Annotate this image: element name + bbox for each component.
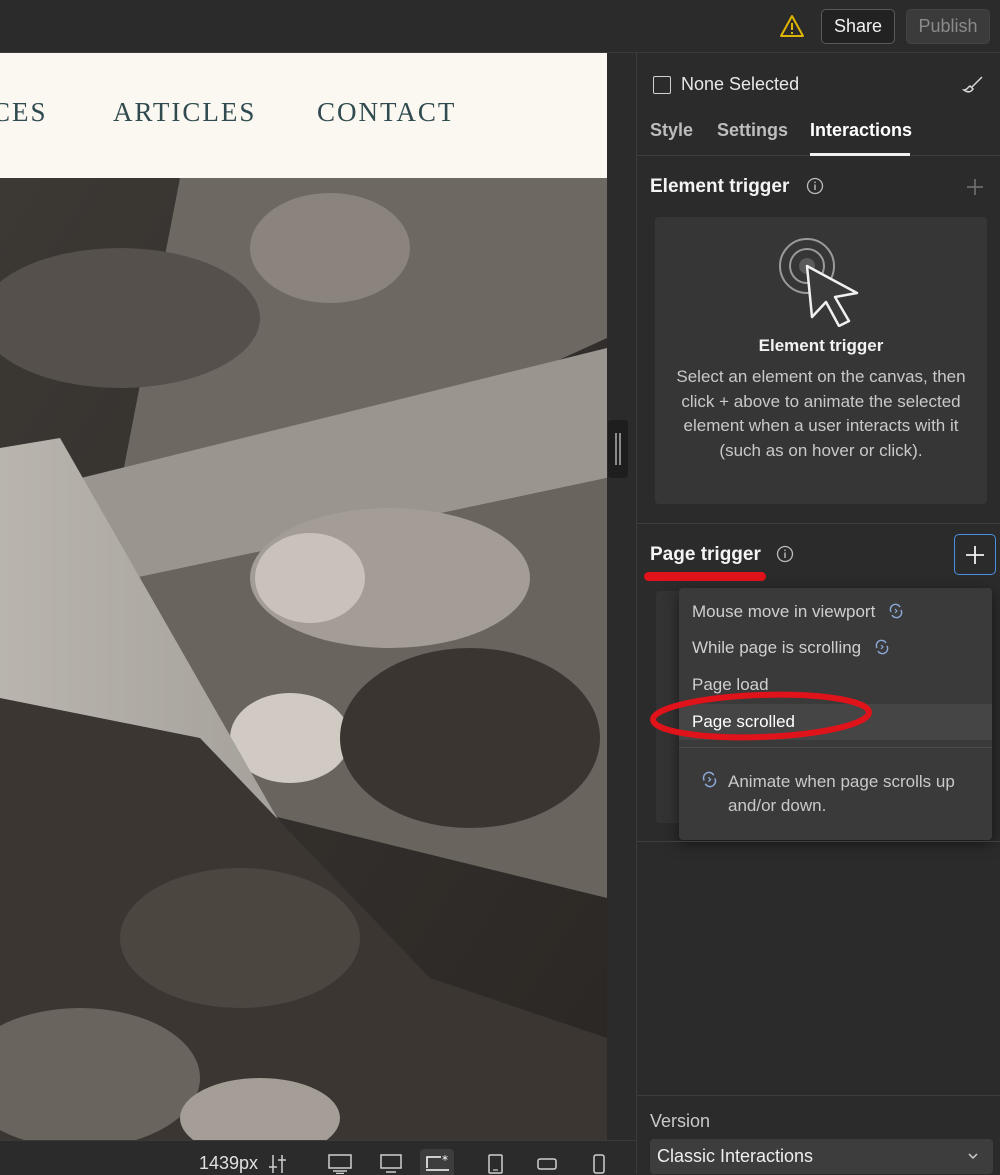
svg-text:*: * — [442, 1154, 448, 1167]
menu-item-label: While page is scrolling — [692, 638, 862, 657]
cursor-click-icon — [779, 238, 859, 327]
desktop-icon[interactable] — [374, 1149, 408, 1175]
nav-link-articles[interactable]: ARTICLES — [113, 97, 256, 128]
selection-checkbox[interactable] — [653, 76, 671, 94]
sync-icon — [702, 771, 717, 788]
element-trigger-card: Element trigger Select an element on the… — [655, 217, 987, 504]
element-trigger-card-title: Element trigger — [758, 336, 884, 355]
menu-item-while-scrolling[interactable]: While page is scrolling — [679, 630, 992, 666]
menu-item-hint: Animate when page scrolls up and/or down… — [728, 772, 955, 815]
tab-settings[interactable]: Settings — [717, 120, 788, 141]
sliders-icon[interactable] — [267, 1153, 289, 1175]
selection-label: None Selected — [681, 74, 800, 94]
info-icon[interactable] — [806, 177, 824, 195]
desktop-base-icon[interactable]: * — [420, 1149, 454, 1175]
nav-link-services[interactable]: CES — [0, 97, 48, 128]
menu-item-label: Mouse move in viewport — [692, 602, 876, 621]
site-navbar[interactable]: CES ARTICLES CONTACT — [0, 53, 607, 178]
mobile-landscape-icon[interactable] — [530, 1149, 564, 1175]
info-icon[interactable] — [776, 545, 794, 563]
tablet-icon[interactable] — [478, 1149, 512, 1175]
version-select[interactable]: Classic Interactions — [650, 1139, 993, 1174]
right-settings-panel: None Selected Style Settings Interaction… — [636, 53, 1000, 1174]
add-page-trigger-button[interactable] — [954, 534, 996, 575]
publish-button[interactable]: Publish — [906, 9, 990, 44]
element-trigger-card-description: Select an element on the canvas, then cl… — [676, 367, 966, 460]
menu-item-mouse-move[interactable]: Mouse move in viewport — [679, 594, 992, 630]
version-label: Version — [650, 1111, 711, 1131]
tab-interactions[interactable]: Interactions — [810, 120, 912, 141]
desktop-large-icon[interactable] — [323, 1149, 357, 1175]
tab-style[interactable]: Style — [650, 120, 693, 141]
warning-triangle-icon[interactable] — [779, 14, 805, 38]
sync-icon — [889, 603, 903, 619]
top-bar: Share Publish — [0, 0, 1000, 53]
panel-tabs: Style Settings Interactions — [637, 117, 1000, 156]
canvas-resize-handle[interactable] — [608, 420, 628, 478]
mobile-portrait-icon[interactable] — [582, 1149, 616, 1175]
section-divider — [637, 1095, 1000, 1096]
nav-link-contact[interactable]: CONTACT — [317, 97, 456, 128]
section-divider — [637, 841, 1000, 842]
version-select-value: Classic Interactions — [657, 1146, 814, 1166]
breakpoint-toolbar: 1439px * — [0, 1140, 636, 1175]
vintage-photos-image — [0, 178, 607, 1140]
design-canvas[interactable]: CES ARTICLES CONTACT — [0, 53, 607, 1140]
plus-icon — [966, 546, 984, 564]
section-divider — [637, 523, 1000, 524]
brush-icon[interactable] — [961, 73, 985, 95]
sync-icon — [875, 639, 889, 655]
active-tab-indicator — [810, 153, 910, 156]
menu-divider — [679, 747, 992, 748]
hero-image[interactable] — [0, 178, 607, 1140]
page-trigger-title: Page trigger — [650, 544, 761, 565]
annotation-circle — [650, 691, 872, 741]
chevron-down-icon — [968, 1153, 978, 1160]
annotation-underline — [644, 572, 766, 581]
share-button[interactable]: Share — [821, 9, 895, 44]
canvas-width-readout[interactable]: 1439px — [199, 1153, 258, 1174]
add-element-trigger-icon[interactable] — [964, 176, 986, 198]
element-trigger-title: Element trigger — [650, 176, 790, 197]
